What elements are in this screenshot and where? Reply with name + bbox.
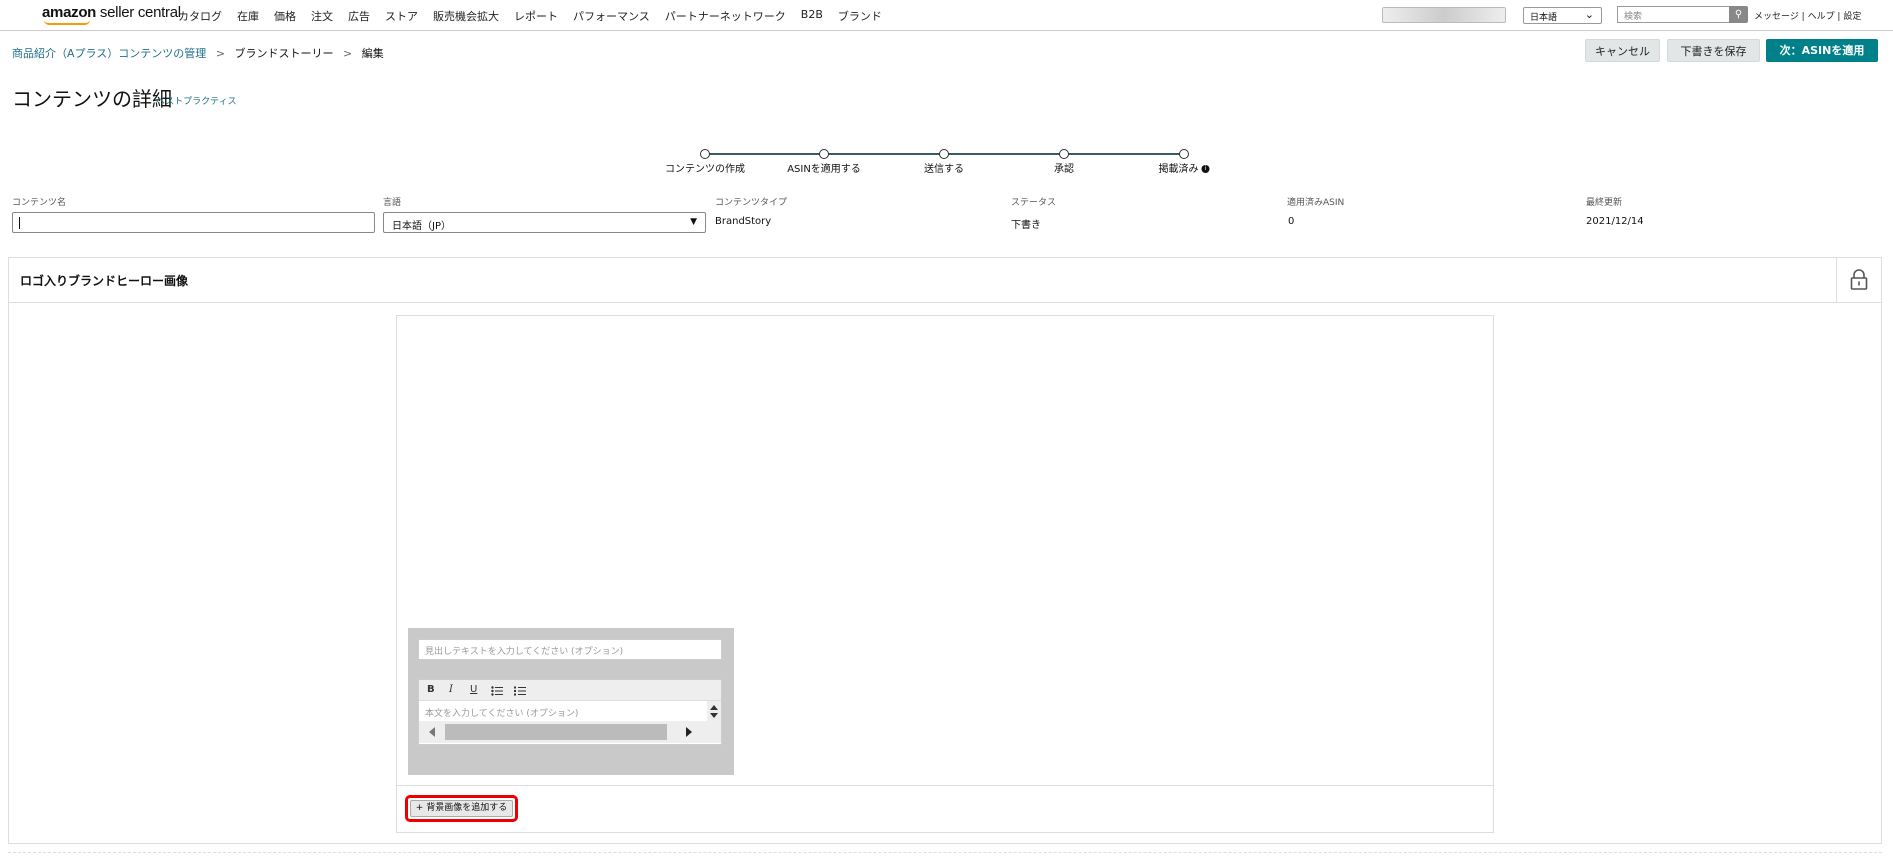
scroll-right-icon[interactable] — [685, 727, 693, 737]
nav-catalog[interactable]: カタログ — [178, 8, 222, 24]
language-label: 言語 — [383, 198, 402, 208]
top-navigation: amazon seller central カタログ 在庫 価格 注文 広告 ス… — [0, 0, 1893, 31]
search-icon[interactable]: ⚲ — [1729, 6, 1748, 23]
nav-b2b[interactable]: B2B — [801, 8, 823, 24]
scroll-left-icon[interactable] — [428, 727, 436, 737]
canvas-footer-divider — [397, 785, 1493, 786]
status-label: ステータス — [1011, 198, 1057, 208]
step-dot — [819, 149, 829, 159]
numbered-list-icon[interactable] — [514, 686, 526, 696]
body-text-input[interactable]: 本文を入力してください (オプション) — [425, 706, 578, 719]
module-title: ロゴ入りブランドヒーロー画像 — [20, 274, 189, 288]
nav-orders[interactable]: 注文 — [311, 8, 333, 24]
last-updated-value: 2021/12/14 — [1586, 216, 1644, 227]
horizontal-scrollbar[interactable] — [419, 721, 707, 743]
step-approved: 承認 — [1054, 164, 1074, 175]
body-rich-text-editor[interactable]: B I U 本文を入力してください (オプション) — [418, 679, 722, 745]
nav-stores[interactable]: ストア — [385, 8, 418, 24]
module-header: ロゴ入りブランドヒーロー画像 — [9, 258, 1881, 303]
nav-inventory[interactable]: 在庫 — [237, 8, 259, 24]
last-updated-label: 最終更新 — [1586, 198, 1623, 208]
language-dropdown[interactable]: 日本語（JP） ▼ — [383, 212, 706, 233]
text-caret — [19, 217, 20, 229]
nav-performance[interactable]: パフォーマンス — [573, 8, 650, 24]
content-name-label: コンテンツ名 — [12, 198, 67, 208]
step-dot — [1179, 149, 1189, 159]
step-apply-asin: ASINを適用する — [787, 164, 861, 175]
cancel-button[interactable]: キャンセル — [1585, 39, 1660, 62]
nav-brands[interactable]: ブランド — [838, 8, 882, 24]
step-dot — [1059, 149, 1069, 159]
nav-advertising[interactable]: 広告 — [348, 8, 370, 24]
nav-growth[interactable]: 販売機会拡大 — [433, 8, 499, 24]
amazon-seller-central-logo[interactable]: amazon seller central — [42, 4, 181, 25]
lock-button[interactable] — [1836, 258, 1881, 303]
rte-toolbar: B I U — [419, 680, 721, 701]
step-create-content: コンテンツの作成 — [665, 164, 745, 175]
breadcrumb-edit: 編集 — [361, 47, 384, 60]
section-divider — [8, 852, 1882, 853]
caret-down-icon: ▼ — [690, 217, 697, 227]
next-apply-asin-button[interactable]: 次：ASINを適用 — [1766, 39, 1878, 62]
content-type-value: BrandStory — [715, 216, 772, 227]
breadcrumb-separator: > — [343, 47, 353, 60]
breadcrumb-separator: > — [215, 47, 226, 60]
main-menu: カタログ 在庫 価格 注文 広告 ストア 販売機会拡大 レポート パフォーマンス… — [178, 8, 897, 24]
language-select[interactable]: 日本語 ⌄ — [1523, 7, 1602, 24]
nav-reports[interactable]: レポート — [514, 8, 558, 24]
bullet-list-icon[interactable] — [491, 686, 503, 696]
add-background-image-button[interactable]: + 背景画像を追加する — [410, 800, 513, 817]
account-switcher[interactable] — [1382, 7, 1506, 23]
breadcrumb: 商品紹介（Aプラス）コンテンツの管理 > ブランドストーリー > 編集 — [12, 45, 384, 61]
step-submit: 送信する — [924, 164, 964, 175]
step-dot — [939, 149, 949, 159]
scroll-arrows-icon — [710, 705, 718, 718]
nav-pricing[interactable]: 価格 — [274, 8, 296, 24]
bold-icon[interactable]: B — [427, 684, 435, 695]
content-name-input[interactable] — [12, 212, 375, 233]
italic-icon[interactable]: I — [449, 684, 453, 695]
step-published: 掲載済み i — [1159, 160, 1210, 175]
vertical-scrollbar[interactable] — [707, 701, 721, 743]
lock-icon — [1850, 269, 1868, 290]
save-draft-button[interactable]: 下書きを保存 — [1667, 39, 1760, 62]
content-type-label: コンテンツタイプ — [715, 198, 788, 208]
step-dot — [700, 149, 710, 159]
headline-input[interactable]: 見出しテキストを入力してください (オプション) — [418, 639, 722, 660]
applied-asin-label: 適用済みASIN — [1287, 198, 1345, 208]
best-practices-link[interactable]: ベストプラクティス — [156, 94, 237, 107]
chevron-down-icon: ⌄ — [1584, 8, 1594, 21]
breadcrumb-aplus-manager[interactable]: 商品紹介（Aプラス）コンテンツの管理 — [12, 47, 206, 60]
header-links[interactable]: メッセージ | ヘルプ | 設定 — [1754, 9, 1861, 22]
page-title: コンテンツの詳細 — [12, 87, 172, 111]
status-value: 下書き — [1011, 220, 1041, 231]
scrollbar-thumb[interactable] — [445, 724, 667, 740]
applied-asin-value: 0 — [1288, 216, 1295, 227]
info-icon[interactable]: i — [1201, 165, 1210, 173]
nav-partner-network[interactable]: パートナーネットワーク — [665, 8, 786, 24]
search-input[interactable]: 検索 — [1617, 6, 1730, 23]
amazon-smile-icon — [44, 20, 90, 25]
text-overlay-box: 見出しテキストを入力してください (オプション) B I U 本文を入力してくだ… — [408, 628, 734, 775]
underline-icon[interactable]: U — [470, 684, 477, 695]
breadcrumb-brand-story: ブランドストーリー — [234, 47, 334, 60]
add-background-highlight: + 背景画像を追加する — [405, 795, 518, 822]
